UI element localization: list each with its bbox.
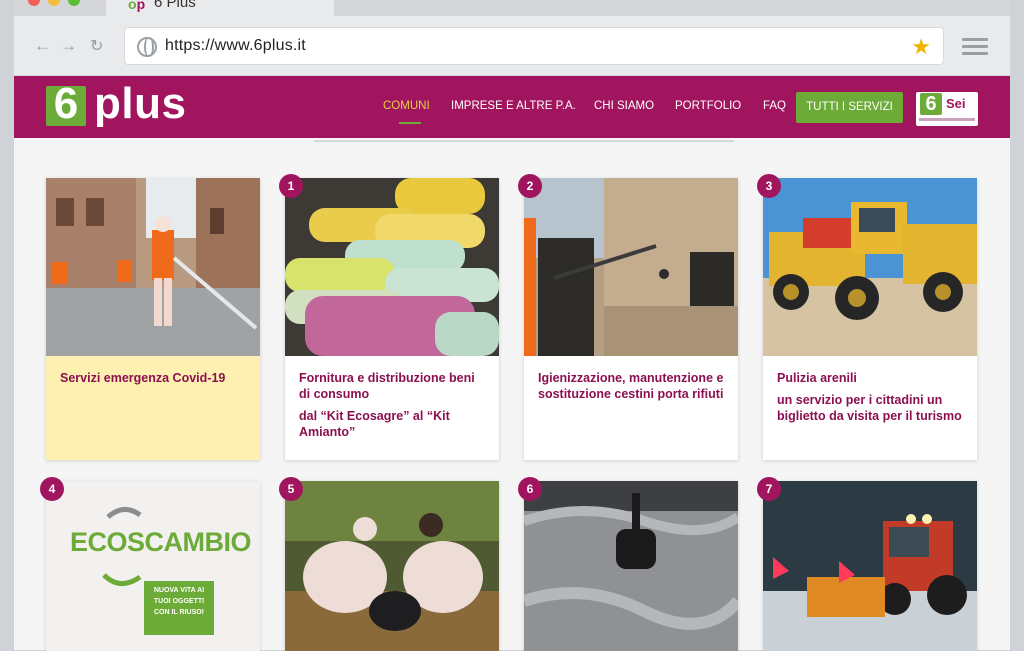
nav-active-underline [399,122,421,124]
card-image [46,178,260,356]
services-grid: Servizi emergenza Covid-19 1 Fornitura e… [14,138,1010,651]
logo-word: plus [94,79,187,128]
browser-window: op 6 Plus ← → ↻ https://www.6plus.it ★ 6… [14,0,1010,651]
card-number-badge: 4 [40,477,64,501]
partner-number: 6 [920,93,942,115]
back-arrow-icon[interactable]: ← [34,36,51,56]
service-card-fornitura[interactable]: 1 Fornitura e distribuzione beni di cons… [279,174,499,460]
card-body: Servizi emergenza Covid-19 [46,356,260,460]
service-card-cestini[interactable]: 2 Igienizzazione, manutenzione e sostitu… [518,174,738,460]
nav-item-comuni[interactable]: COMUNI [383,100,430,112]
service-card-6[interactable]: 6 [518,477,738,651]
card-image [763,481,977,651]
volunteers-photo [285,481,499,651]
hamburger-menu-icon[interactable] [962,38,988,56]
browser-tab[interactable]: op 6 Plus [106,0,334,16]
nav-item-portfolio[interactable]: PORTFOLIO [675,100,741,112]
service-card-arenili[interactable]: 3 Pulizia arenili un servizio per i citt… [757,174,977,460]
url-text[interactable]: https://www.6plus.it [165,37,306,55]
card-number-badge: 6 [518,477,542,501]
card-title: Fornitura e distribuzione beni di consum… [299,371,475,401]
card-image [524,481,738,651]
card-number-badge: 5 [279,477,303,501]
ecoscambio-brand: ECOSCAMBIO [70,527,252,557]
partner-tagline-line [919,118,975,121]
card-image [524,178,738,356]
tab-strip: op 6 Plus [14,0,1010,16]
card-subtitle: un servizio per i cittadini un biglietto… [777,393,962,423]
service-card-5[interactable]: 5 [279,477,499,651]
minimize-window-icon[interactable] [48,0,60,6]
close-window-icon[interactable] [28,0,40,6]
tutti-i-servizi-button[interactable]: TUTTI I SERVIZI [796,92,903,123]
nav-item-chi-siamo[interactable]: CHI SIAMO [594,100,654,112]
tab-title: 6 Plus [154,0,196,11]
card-body: Fornitura e distribuzione beni di consum… [285,356,499,460]
nav-item-imprese[interactable]: IMPRESE E ALTRE P.A. [451,100,576,112]
bag-rolls-photo [285,178,499,356]
zoom-window-icon[interactable] [68,0,80,6]
card-number-badge: 3 [757,174,781,198]
address-bar[interactable]: https://www.6plus.it ★ [124,27,944,65]
ecoscambio-logo [46,481,260,651]
nav-item-faq[interactable]: FAQ [763,100,786,112]
card-image: ECOSCAMBIO NUOVA VITA AI TUOI OGGETTI CO… [46,481,260,651]
service-card-7[interactable]: 7 [757,477,977,651]
beach-truck-photo [763,178,977,356]
card-body: Igienizzazione, manutenzione e sostituzi… [524,356,738,460]
browser-toolbar: ← → ↻ https://www.6plus.it ★ [14,16,1010,76]
card-image [285,481,499,651]
card-subtitle: dal “Kit Ecosagre” al “Kit Amianto” [299,409,450,439]
card-image [763,178,977,356]
intro-text-fragment [314,140,734,142]
service-card-covid[interactable]: Servizi emergenza Covid-19 [46,178,260,460]
reload-icon[interactable]: ↻ [90,36,103,56]
card-title: Servizi emergenza Covid-19 [60,371,226,385]
card-image [285,178,499,356]
card-number-badge: 1 [279,174,303,198]
site-header: 6 plus COMUNI IMPRESE E ALTRE P.A. CHI S… [14,76,1010,138]
tab-favicon-icon: op [128,0,146,12]
card-number-badge: 7 [757,477,781,501]
card-title: Igienizzazione, manutenzione e sostituzi… [538,371,724,401]
partner-logo-6sei[interactable]: 6 Sei [916,92,978,126]
card-number-badge: 2 [518,174,542,198]
card-title: Pulizia arenili [777,371,857,385]
forward-arrow-icon[interactable]: → [60,36,77,56]
bookmark-star-icon[interactable]: ★ [911,34,931,60]
snowplow-photo [763,481,977,651]
covid-street-photo [46,178,260,356]
partner-label: Sei [946,96,966,111]
logo-number: 6 [53,79,79,128]
service-card-ecoscambio[interactable]: 4 ECOSCAMBIO NUOVA VITA AI TUOI OGGETTI … [40,477,260,651]
ecoscambio-tagline: NUOVA VITA AI TUOI OGGETTI CON IL RIUSO! [153,587,205,616]
bin-cleaning-photo [524,178,738,356]
globe-icon [137,37,157,57]
insulation-photo [524,481,738,651]
card-body: Pulizia arenili un servizio per i cittad… [763,356,977,460]
